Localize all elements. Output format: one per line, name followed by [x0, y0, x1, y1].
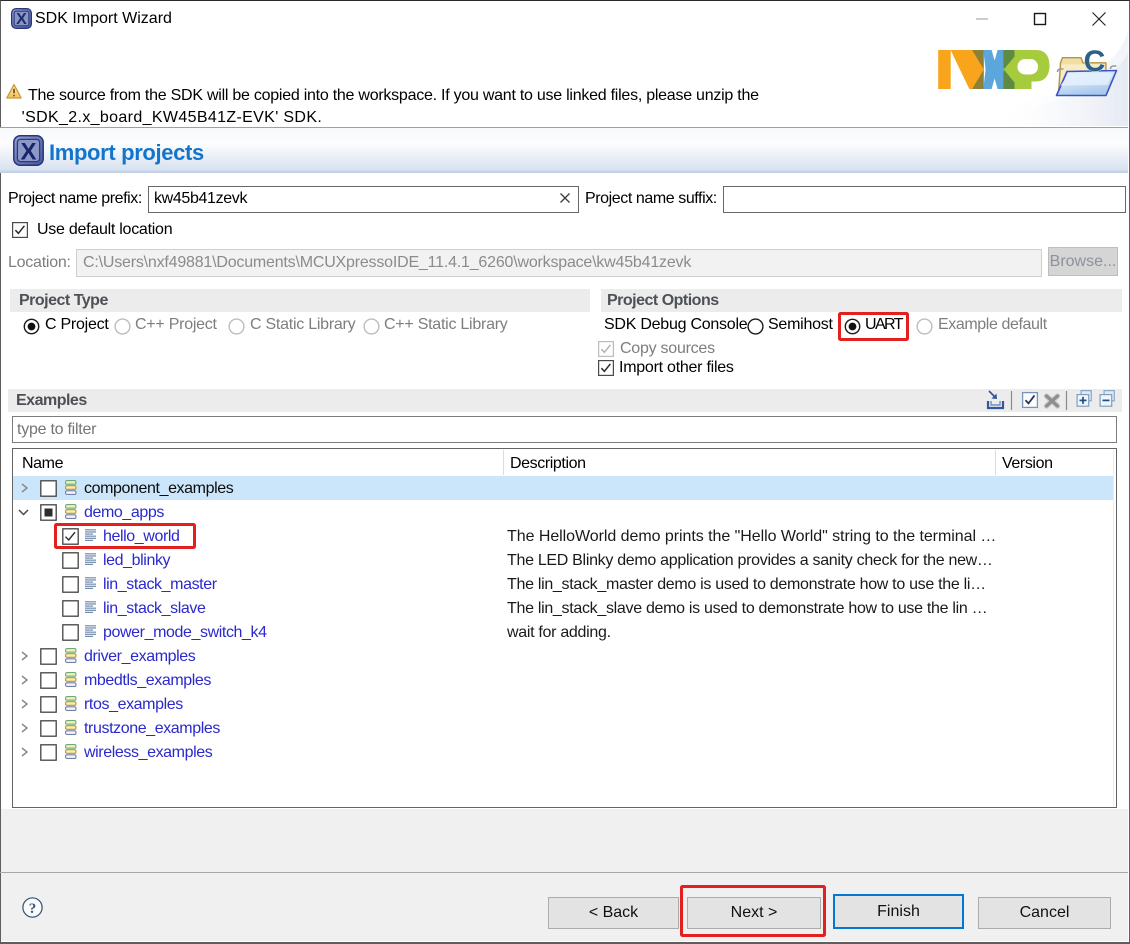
svg-text:X: X	[16, 11, 27, 28]
svg-text:C: C	[1084, 45, 1106, 78]
svg-text:?: ?	[29, 901, 37, 917]
svg-text:X: X	[20, 139, 36, 166]
